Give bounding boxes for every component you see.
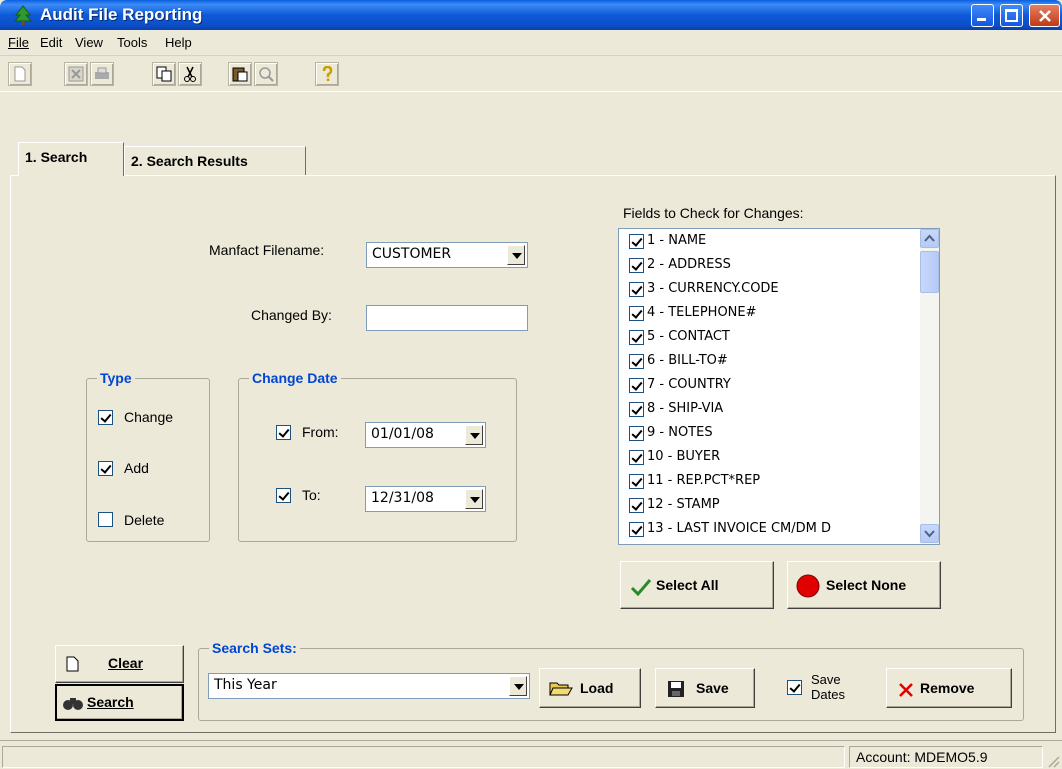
scissors-icon: [184, 66, 196, 82]
menu-help-label: Help: [165, 35, 192, 50]
menu-bar: File Edit View Tools Help: [0, 30, 1062, 56]
zoom-button[interactable]: [254, 62, 278, 86]
new-button[interactable]: [8, 62, 32, 86]
close-button[interactable]: [1029, 4, 1060, 27]
resize-grip-icon[interactable]: [1046, 754, 1060, 768]
status-pane-main: [2, 746, 845, 768]
status-pane-account: Account: MDEMO5.9: [849, 746, 1043, 768]
menu-file[interactable]: File: [8, 35, 29, 50]
help-button[interactable]: [315, 62, 339, 86]
minimize-icon: [977, 18, 986, 21]
title-bar[interactable]: Audit File Reporting: [0, 0, 1062, 30]
toolbar: [0, 56, 1062, 92]
maximize-button[interactable]: [1000, 4, 1023, 27]
tab-panel: [10, 175, 1056, 733]
paste-button[interactable]: [228, 62, 252, 86]
copy-icon: [156, 66, 172, 82]
menu-view[interactable]: View: [75, 35, 103, 50]
maximize-icon: [1005, 9, 1018, 22]
tab-search-label: 1. Search: [25, 149, 88, 165]
menu-edit[interactable]: Edit: [40, 35, 62, 50]
menu-tools-label: Tools: [117, 35, 148, 50]
copy-button[interactable]: [152, 62, 176, 86]
excel-button[interactable]: [64, 62, 88, 86]
menu-view-label: View: [75, 35, 103, 50]
paste-icon: [232, 67, 248, 82]
close-icon: [1039, 10, 1051, 22]
print-button[interactable]: [90, 62, 114, 86]
magnifier-icon: [259, 67, 274, 82]
excel-icon: [68, 66, 84, 82]
app-window: Audit File Reporting File Edit View Tool…: [0, 0, 1062, 769]
printer-icon: [95, 67, 109, 79]
window-title: Audit File Reporting: [40, 5, 203, 24]
menu-file-label: File: [8, 35, 29, 50]
cut-button[interactable]: [178, 62, 202, 86]
minimize-button[interactable]: [971, 4, 994, 27]
menu-tools[interactable]: Tools: [117, 35, 147, 50]
status-bar: Account: MDEMO5.9: [0, 740, 1062, 769]
tab-search-results[interactable]: 2. Search Results: [124, 146, 306, 176]
tab-search-results-label: 2. Search Results: [131, 153, 248, 169]
question-mark-icon: [322, 66, 333, 81]
tree-icon: [14, 5, 32, 25]
account-status-text: Account: MDEMO5.9: [856, 749, 988, 765]
menu-help[interactable]: Help: [165, 35, 192, 50]
tab-search[interactable]: 1. Search: [18, 142, 124, 176]
new-document-icon: [14, 66, 26, 82]
menu-edit-label: Edit: [40, 35, 63, 50]
